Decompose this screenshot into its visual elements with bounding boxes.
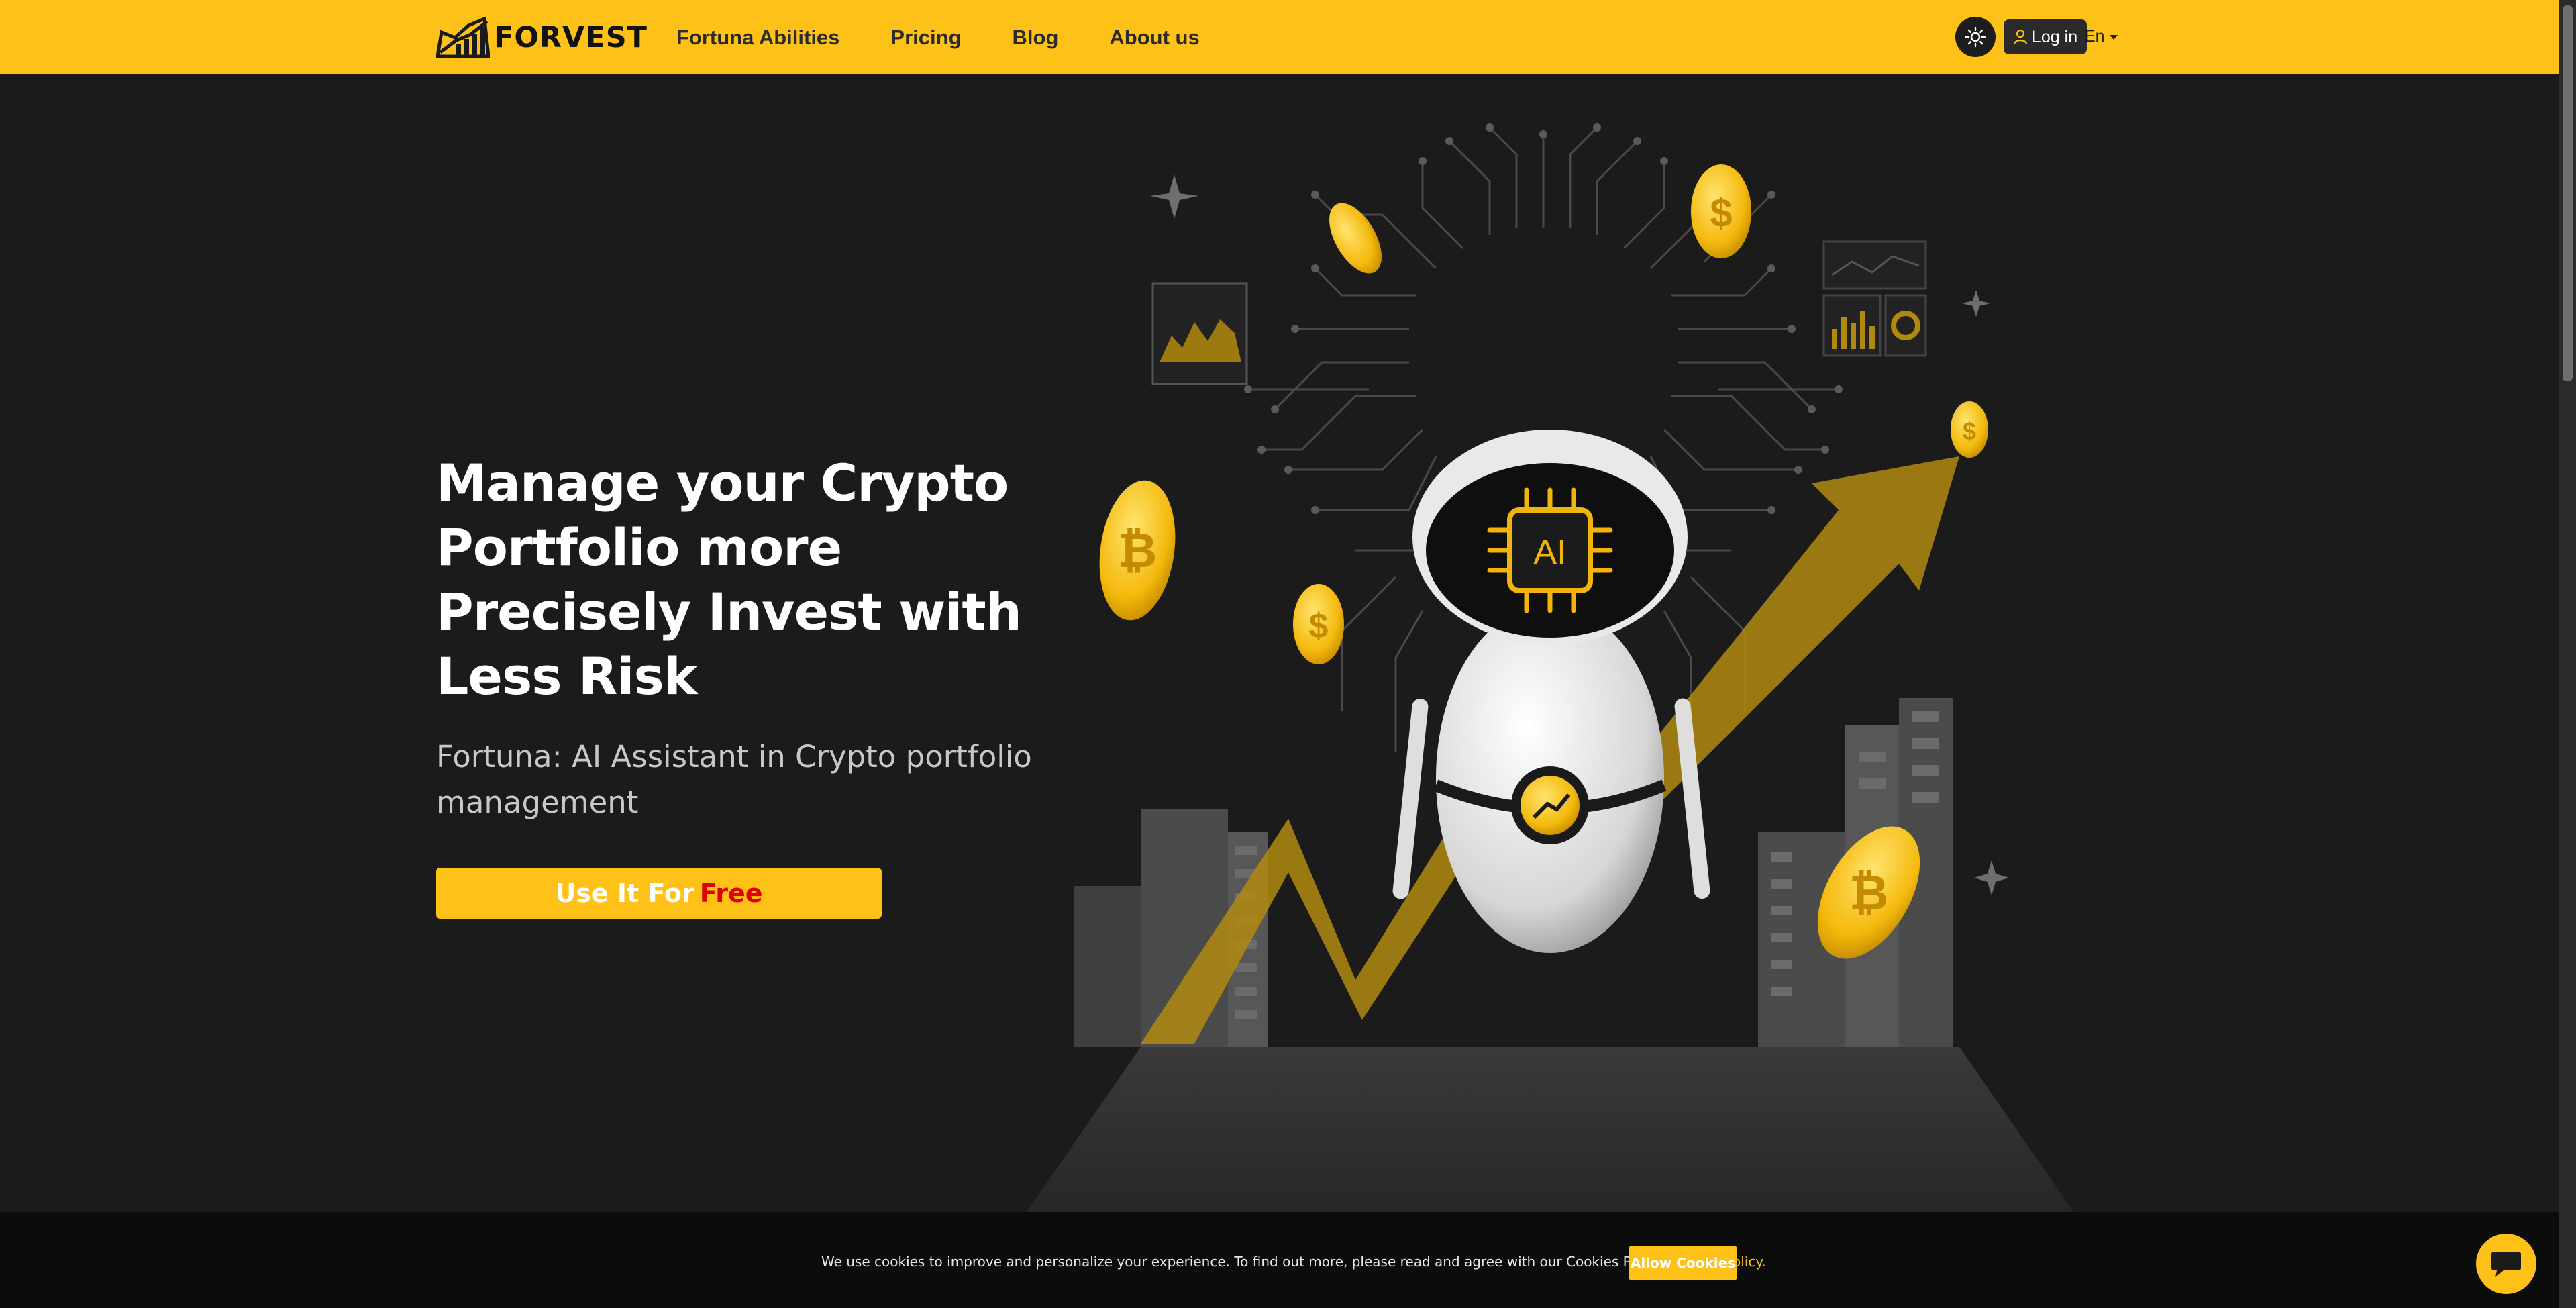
sun-icon [1965, 26, 1986, 48]
hero-illustration: AI ₿ $ $ $ ₿ [1020, 123, 2080, 1221]
page-scrollbar[interactable] [2559, 0, 2576, 1308]
logo-text: FORVEST [494, 21, 648, 54]
top-header: FORVEST Fortuna Abilities Pricing Blog A… [0, 0, 2559, 74]
cta-prefix: Use It For [555, 878, 694, 908]
stage-floor [1020, 1047, 2080, 1221]
allow-cookies-button[interactable]: Allow Cookies [1629, 1246, 1737, 1280]
svg-text:₿: ₿ [1849, 866, 1889, 920]
scrollbar-thumb[interactable] [2563, 5, 2573, 381]
nav-fortuna-abilities[interactable]: Fortuna Abilities [676, 26, 839, 50]
nav-pricing[interactable]: Pricing [890, 26, 961, 50]
main-nav: Fortuna Abilities Pricing Blog About us [676, 26, 1251, 50]
language-selector[interactable]: En [2084, 27, 2118, 46]
cookie-text: We use cookies to improve and personaliz… [821, 1254, 1766, 1270]
language-label: En [2084, 27, 2105, 46]
chat-icon [2491, 1252, 2521, 1277]
login-label: Log in [2032, 27, 2078, 46]
svg-text:$: $ [1710, 191, 1732, 236]
cookie-message: We use cookies to improve and personaliz… [821, 1254, 1664, 1270]
robot-ai-label: AI [1533, 533, 1566, 572]
svg-text:₿: ₿ [1118, 524, 1157, 578]
nav-about-us[interactable]: About us [1109, 26, 1199, 50]
hero-subtitle: Fortuna: AI Assistant in Crypto portfoli… [436, 739, 1032, 820]
use-it-for-free-button[interactable]: Use It For Free [436, 868, 882, 919]
forvest-logo-icon [436, 17, 490, 58]
svg-text:$: $ [1309, 607, 1329, 646]
user-icon [2013, 29, 2028, 45]
chat-button[interactable] [2476, 1234, 2536, 1294]
hero-title: Manage your Crypto Portfolio more Precis… [436, 453, 1022, 706]
cta-free: Free [699, 878, 763, 908]
theme-toggle-button[interactable] [1955, 17, 1996, 57]
mini-dashboard-widget [1822, 240, 1927, 357]
caret-down-icon [2109, 34, 2118, 40]
forvest-logo[interactable]: FORVEST [436, 17, 648, 58]
login-button[interactable]: Log in [2004, 19, 2088, 54]
mini-area-chart-widget [1151, 282, 1248, 385]
nav-blog[interactable]: Blog [1013, 26, 1059, 50]
svg-text:$: $ [1963, 417, 1976, 445]
